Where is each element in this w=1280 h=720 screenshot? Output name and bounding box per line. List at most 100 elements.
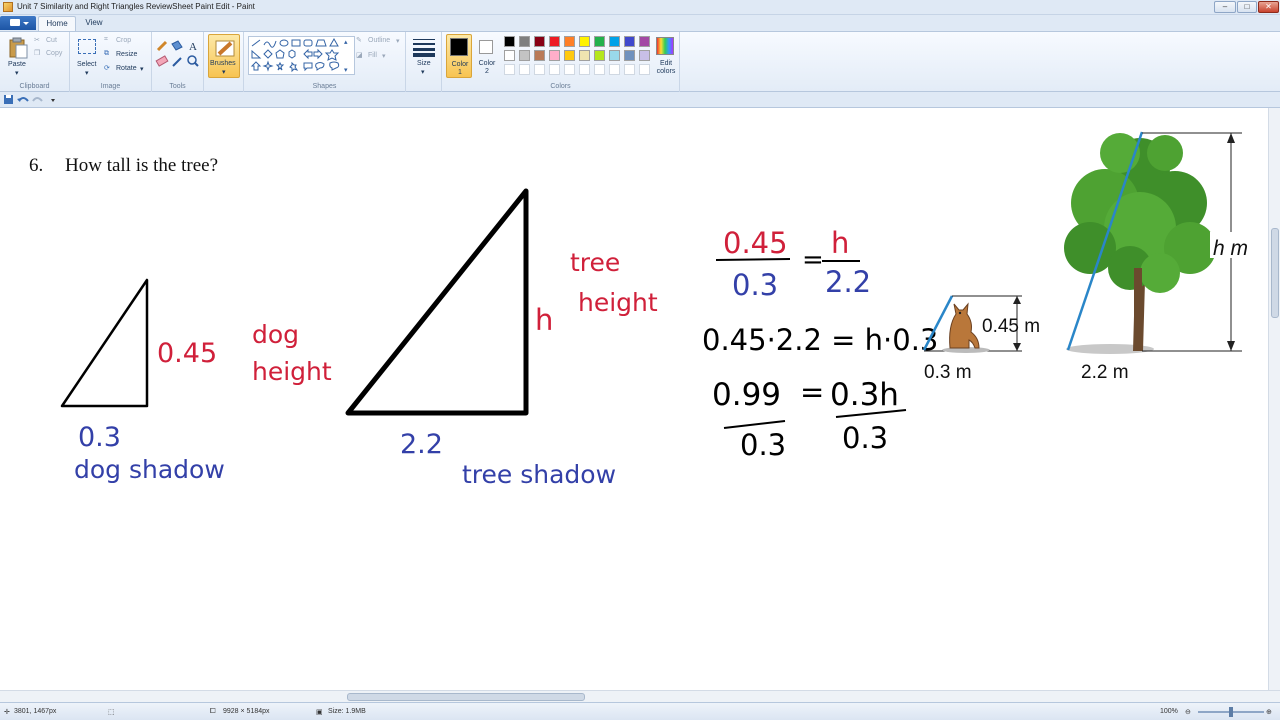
crop-icon: ⌗ [104, 36, 108, 43]
fill-icon[interactable] [171, 40, 183, 51]
tab-view[interactable]: View [78, 16, 110, 31]
empty-color-swatch[interactable] [624, 64, 635, 75]
vertical-scrollbar[interactable] [1268, 108, 1280, 690]
color-picker-icon[interactable] [172, 57, 182, 67]
resize-button[interactable]: ⧉ Resize [104, 50, 148, 60]
color-swatch[interactable] [594, 36, 605, 47]
paste-button[interactable]: Paste ▾ [4, 35, 32, 77]
shapes-group: ▴ ▾ ✎ Outline ▾ ◪ Fill ▾ Shapes [244, 32, 406, 92]
cut-button[interactable]: ✂ Cut [34, 36, 66, 46]
shapes-gallery[interactable] [248, 36, 356, 76]
color-swatch[interactable] [504, 50, 515, 61]
empty-color-swatch[interactable] [504, 64, 515, 75]
vertical-scroll-thumb[interactable] [1271, 228, 1279, 318]
text-icon[interactable]: A [189, 41, 197, 53]
color-swatch[interactable] [624, 50, 635, 61]
rotate-button[interactable]: ⟳ Rotate ▾ [104, 64, 148, 74]
color1-swatch [450, 38, 468, 56]
zoom-out-button[interactable]: ⊖ [1185, 708, 1191, 716]
eraser-icon[interactable] [155, 55, 169, 67]
color-swatch[interactable] [534, 36, 545, 47]
brushes-group: Brushes ▾ [204, 32, 244, 92]
color-swatch[interactable] [624, 36, 635, 47]
magnifier-icon[interactable] [187, 55, 199, 67]
empty-color-swatch[interactable] [609, 64, 620, 75]
file-size: Size: 1.9MB [328, 708, 366, 715]
color-swatch[interactable] [579, 50, 590, 61]
size-button[interactable]: Size ▾ [410, 35, 438, 77]
zoom-slider-thumb[interactable] [1229, 707, 1233, 717]
dog-height-measure: 0.45 m [982, 316, 1040, 337]
empty-color-swatch[interactable] [594, 64, 605, 75]
image-group: Select ▾ ⌗ Crop ⧉ Resize ⟳ Rotate ▾ Imag… [70, 32, 152, 92]
color-swatch[interactable] [549, 50, 560, 61]
tools-group-label: Tools [169, 83, 186, 90]
brushes-button[interactable]: Brushes ▾ [208, 34, 240, 78]
close-button[interactable]: ✕ [1258, 1, 1279, 13]
color-swatch[interactable] [534, 50, 545, 61]
color2-button[interactable]: Color 2 [474, 34, 500, 78]
maximize-button[interactable]: □ [1237, 1, 1257, 13]
line3-den-left: 0.3 [740, 428, 786, 462]
empty-color-swatch[interactable] [519, 64, 530, 75]
color-swatch[interactable] [639, 50, 650, 61]
size-dropdown-arrow: ▾ [421, 69, 425, 76]
paint-app-icon[interactable] [3, 2, 13, 12]
horizontal-scroll-thumb[interactable] [347, 693, 585, 701]
save-icon[interactable] [4, 95, 13, 104]
color-swatch[interactable] [564, 50, 575, 61]
color-swatch[interactable] [579, 36, 590, 47]
zoom-slider[interactable] [1198, 707, 1264, 717]
line2-cross-multiply: 0.45·2.2 = h·0.3 [702, 323, 938, 357]
empty-color-swatch[interactable] [549, 64, 560, 75]
empty-color-swatch[interactable] [564, 64, 575, 75]
ribbon-tab-row: Home View [0, 15, 1280, 31]
color-swatch[interactable] [519, 50, 530, 61]
crop-button[interactable]: ⌗ Crop [104, 36, 148, 46]
customize-toolbar-icon[interactable] [51, 99, 55, 102]
minimize-button[interactable]: – [1214, 1, 1236, 13]
empty-color-swatch[interactable] [579, 64, 590, 75]
horizontal-scrollbar[interactable] [0, 690, 1280, 702]
scissors-icon: ✂ [34, 37, 40, 44]
window-title: Unit 7 Similarity and Right Triangles Re… [17, 2, 255, 11]
shapes-scroll-up-icon[interactable]: ▴ [344, 38, 348, 46]
color-swatch[interactable] [609, 36, 620, 47]
rotate-dropdown-arrow: ▾ [140, 66, 144, 73]
paint-menu-button[interactable] [0, 16, 36, 30]
pencil-icon[interactable] [156, 40, 168, 52]
tab-home[interactable]: Home [38, 16, 76, 31]
select-button[interactable]: Select ▾ [74, 35, 102, 77]
large-base-label: 2.2 [400, 429, 443, 460]
zoom-in-button[interactable]: ⊕ [1266, 708, 1272, 716]
tree-height-note-1: tree [570, 248, 620, 277]
color-swatch[interactable] [504, 36, 515, 47]
redo-icon[interactable] [32, 97, 43, 102]
empty-color-swatch[interactable] [639, 64, 650, 75]
crop-label: Crop [116, 37, 132, 44]
color-swatch[interactable] [564, 36, 575, 47]
cut-label: Cut [46, 37, 57, 44]
empty-color-swatch[interactable] [534, 64, 545, 75]
dog-height-note-2: height [252, 357, 332, 386]
fill-button[interactable]: ◪ Fill ▾ [356, 51, 404, 61]
tree-shadow-measure: 2.2 m [1081, 362, 1129, 383]
large-triangle [345, 188, 529, 416]
color-swatch[interactable] [609, 50, 620, 61]
color-swatch[interactable] [519, 36, 530, 47]
drawing-canvas[interactable]: 6. How tall is the tree? 0.45 dog height… [0, 108, 1280, 690]
color1-button[interactable]: Color 1 [446, 34, 472, 78]
shapes-more-icon[interactable]: ▾ [344, 66, 348, 74]
line1-equals: = [802, 245, 824, 275]
colors-group-label: Colors [550, 83, 571, 90]
color-swatch[interactable] [594, 50, 605, 61]
edit-colors-button[interactable]: Edit colors [650, 34, 680, 78]
color-swatch[interactable] [639, 36, 650, 47]
line1-den-right: 2.2 [825, 265, 871, 299]
tree-shadow-note: tree shadow [462, 460, 616, 489]
outline-button[interactable]: ✎ Outline ▾ [356, 36, 404, 46]
undo-icon[interactable] [17, 97, 29, 102]
color-swatch[interactable] [549, 36, 560, 47]
copy-icon: ❐ [34, 50, 41, 57]
copy-button[interactable]: ❐ Copy [34, 49, 66, 59]
